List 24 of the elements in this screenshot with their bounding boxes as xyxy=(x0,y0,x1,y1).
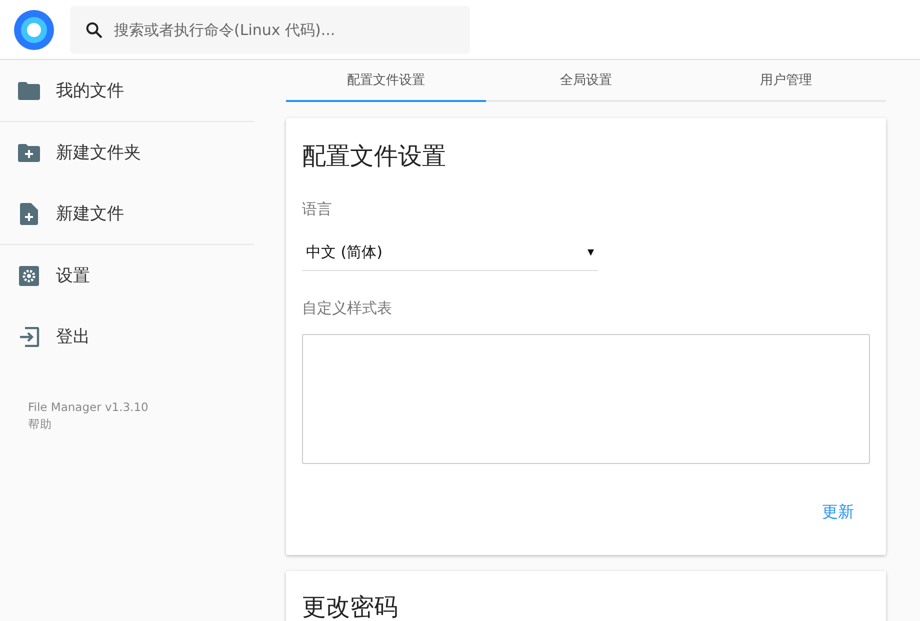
card-title: 配置文件设置 xyxy=(302,141,446,172)
field-label: 语言 xyxy=(302,200,332,219)
language-select[interactable]: 中文 (简体) ▾ xyxy=(302,239,598,271)
stylesheet-textarea[interactable] xyxy=(302,334,870,464)
logo-icon xyxy=(14,10,54,50)
exit-icon xyxy=(18,326,40,346)
search-icon xyxy=(84,20,104,40)
field-label: 自定义样式表 xyxy=(302,299,392,318)
folder-plus-icon xyxy=(18,144,40,162)
tab[interactable]: 用户管理 xyxy=(686,60,886,102)
sidebar-item[interactable]: 登出 xyxy=(0,306,90,367)
sidebar-item[interactable]: 设置 xyxy=(0,245,90,306)
tab[interactable]: 配置文件设置 xyxy=(286,60,486,102)
footer-text: 帮助 xyxy=(28,416,52,433)
search-field[interactable]: 搜索或者执行命令(Linux 代码)... xyxy=(70,6,470,54)
folder-icon xyxy=(18,82,40,100)
sidebar-item[interactable]: 新建文件 xyxy=(0,183,124,244)
footer-text: File Manager v1.3.10 xyxy=(28,399,148,416)
sidebar-item[interactable]: 新建文件夹 xyxy=(0,122,141,183)
gear-icon xyxy=(18,266,40,286)
tab[interactable]: 全局设置 xyxy=(486,60,686,102)
card-title: 更改密码 xyxy=(302,592,398,621)
sidebar-item[interactable]: 我的文件 xyxy=(0,60,124,121)
file-plus-icon xyxy=(18,202,40,224)
